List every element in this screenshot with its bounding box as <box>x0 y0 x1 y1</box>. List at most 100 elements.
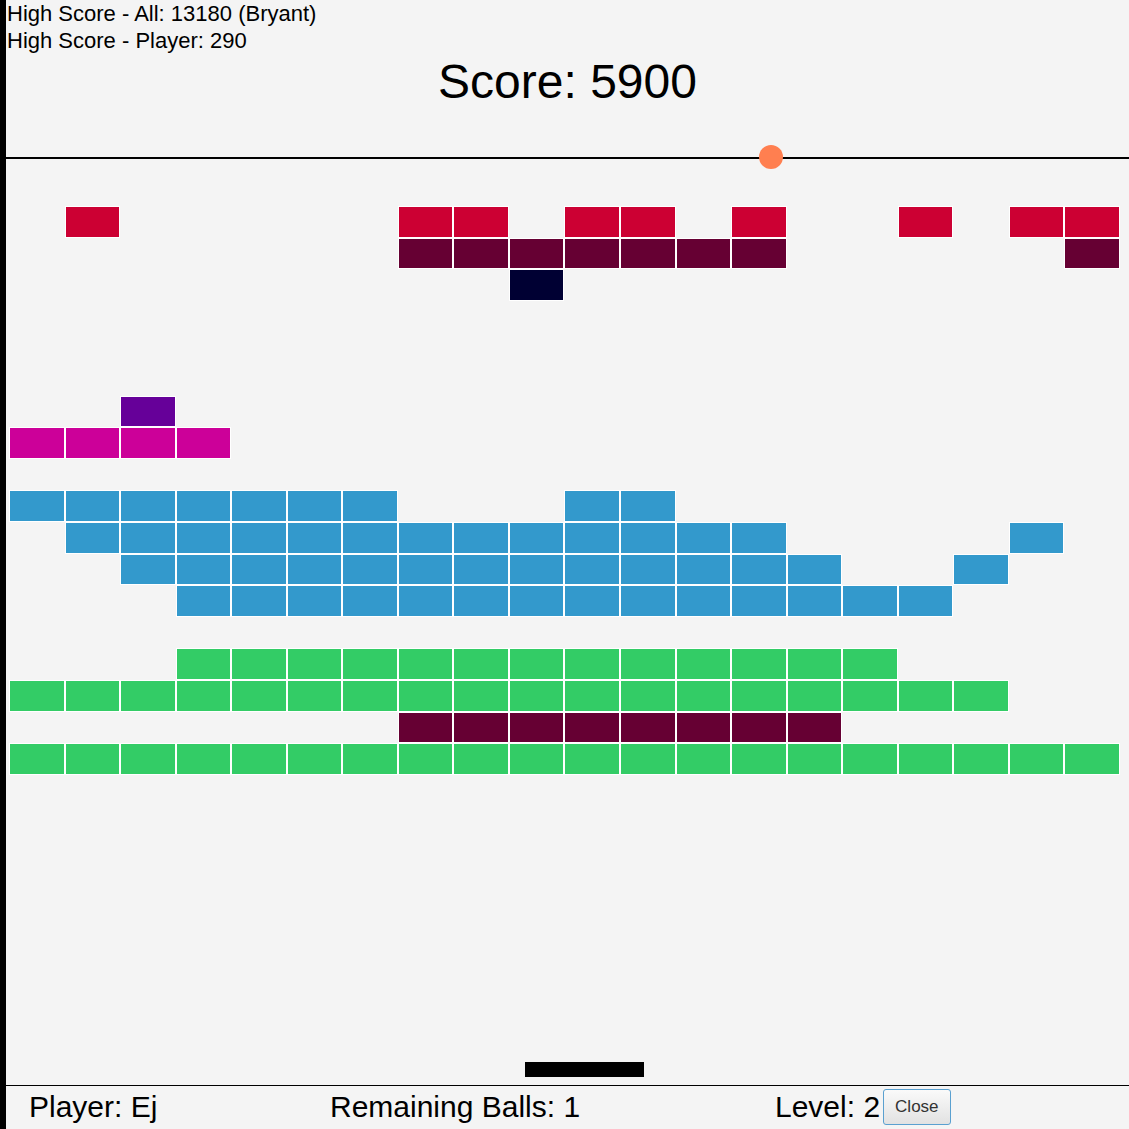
brick <box>842 680 898 712</box>
brick <box>731 680 787 712</box>
empty-cell <box>231 617 287 649</box>
high-score-player: High Score - Player: 290 <box>6 27 1129 54</box>
empty-cell <box>453 617 509 649</box>
empty-cell <box>842 427 898 459</box>
empty-cell <box>176 301 232 333</box>
paddle[interactable] <box>525 1062 644 1077</box>
empty-cell <box>842 490 898 522</box>
brick <box>509 680 565 712</box>
brick <box>509 585 565 617</box>
empty-cell <box>65 238 121 270</box>
empty-cell <box>9 585 65 617</box>
brick <box>676 585 732 617</box>
empty-cell <box>787 301 843 333</box>
empty-cell <box>65 617 121 649</box>
empty-cell <box>287 238 343 270</box>
empty-cell <box>898 301 954 333</box>
brick <box>287 743 343 775</box>
brick <box>120 554 176 586</box>
empty-cell <box>1064 648 1120 680</box>
empty-cell <box>9 459 65 491</box>
brick <box>842 743 898 775</box>
close-button[interactable]: Close <box>883 1089 950 1125</box>
empty-cell <box>1009 648 1065 680</box>
game-area[interactable] <box>6 157 1129 1085</box>
brick <box>9 427 65 459</box>
empty-cell <box>342 427 398 459</box>
empty-cell <box>509 206 565 238</box>
brick <box>453 712 509 744</box>
empty-cell <box>231 238 287 270</box>
brick <box>287 585 343 617</box>
empty-cell <box>231 301 287 333</box>
brick <box>65 490 121 522</box>
empty-cell <box>787 427 843 459</box>
empty-cell <box>398 617 454 649</box>
empty-cell <box>953 206 1009 238</box>
brick <box>676 238 732 270</box>
empty-cell <box>953 269 1009 301</box>
empty-cell <box>342 238 398 270</box>
empty-cell <box>453 301 509 333</box>
brick <box>342 585 398 617</box>
high-score-all: High Score - All: 13180 (Bryant) <box>6 0 1129 27</box>
empty-cell <box>676 427 732 459</box>
brick <box>176 490 232 522</box>
empty-cell <box>231 364 287 396</box>
empty-cell <box>287 206 343 238</box>
empty-cell <box>842 459 898 491</box>
empty-cell <box>953 617 1009 649</box>
brick <box>65 427 121 459</box>
brick <box>787 712 843 744</box>
empty-cell <box>398 490 454 522</box>
empty-cell <box>176 238 232 270</box>
brick <box>453 206 509 238</box>
empty-cell <box>1064 459 1120 491</box>
empty-cell <box>453 490 509 522</box>
empty-cell <box>787 332 843 364</box>
empty-cell <box>898 238 954 270</box>
brick <box>287 554 343 586</box>
empty-cell <box>953 522 1009 554</box>
empty-cell <box>65 364 121 396</box>
empty-cell <box>676 490 732 522</box>
empty-cell <box>564 269 620 301</box>
brick <box>65 680 121 712</box>
empty-cell <box>898 554 954 586</box>
empty-cell <box>1009 490 1065 522</box>
brick <box>231 585 287 617</box>
empty-cell <box>953 490 1009 522</box>
remaining-balls: Remaining Balls: 1 <box>330 1089 775 1125</box>
brick <box>1009 743 1065 775</box>
brick <box>620 648 676 680</box>
empty-cell <box>65 396 121 428</box>
brick <box>676 743 732 775</box>
brick <box>453 648 509 680</box>
empty-cell <box>1064 554 1120 586</box>
brick <box>231 648 287 680</box>
brick <box>65 522 121 554</box>
empty-cell <box>9 522 65 554</box>
empty-cell <box>453 332 509 364</box>
brick <box>342 490 398 522</box>
empty-cell <box>787 269 843 301</box>
empty-cell <box>787 459 843 491</box>
empty-cell <box>120 712 176 744</box>
empty-cell <box>9 301 65 333</box>
empty-cell <box>676 332 732 364</box>
brick <box>731 585 787 617</box>
empty-cell <box>453 459 509 491</box>
empty-cell <box>676 301 732 333</box>
empty-cell <box>842 269 898 301</box>
empty-cell <box>787 238 843 270</box>
empty-cell <box>1064 712 1120 744</box>
empty-cell <box>65 648 121 680</box>
empty-cell <box>842 522 898 554</box>
brick <box>231 490 287 522</box>
empty-cell <box>842 364 898 396</box>
empty-cell <box>65 554 121 586</box>
empty-cell <box>398 427 454 459</box>
brick <box>231 522 287 554</box>
empty-cell <box>509 396 565 428</box>
empty-cell <box>787 364 843 396</box>
